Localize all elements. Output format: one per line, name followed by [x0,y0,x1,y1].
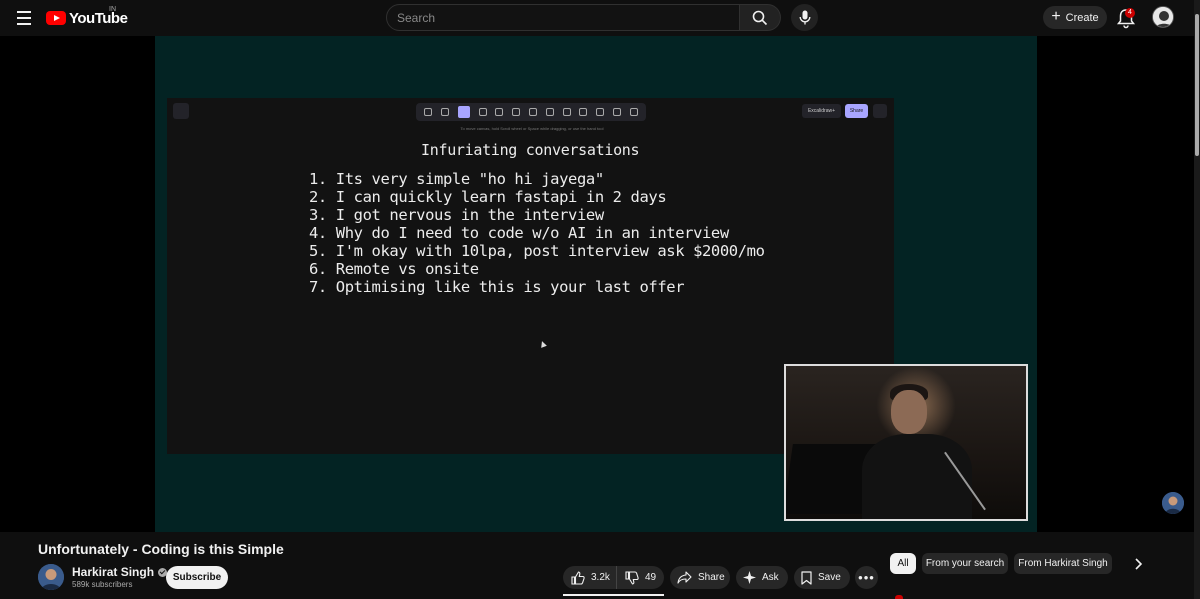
like-dislike-group: 3.2k 49 [563,566,664,589]
live-indicator [895,595,903,599]
save-button[interactable]: Save [794,566,850,589]
chip-from-channel[interactable]: From Harkirat Singh [1014,553,1112,574]
subscribe-button[interactable]: Subscribe [166,566,228,589]
drawing-toolbar [416,103,646,121]
create-button[interactable]: + Create [1043,6,1107,29]
youtube-play-icon [46,11,66,25]
channel-avatar[interactable] [38,564,64,590]
chip-from-your-search[interactable]: From your search [922,553,1008,574]
share-arrow-icon [677,571,692,584]
create-label: Create [1065,11,1099,24]
scrollbar-thumb[interactable] [1195,14,1199,156]
user-silhouette-icon [1153,7,1173,27]
like-count: 3.2k [591,572,610,583]
save-label: Save [818,572,841,583]
search-bar [386,4,781,31]
list-item: 4. Why do I need to code w/o AI in an in… [309,224,729,242]
image-tool-icon [596,108,605,116]
arrow-tool-icon [528,108,537,116]
thumbs-up-icon [571,570,585,585]
ask-label: Ask [762,572,779,583]
search-icon [752,10,768,25]
pencil-tool-icon [562,108,571,116]
whiteboard-title: Infuriating conversations [421,141,640,159]
dislike-button[interactable]: 49 [617,566,656,589]
eraser-tool-icon [612,108,621,116]
library-icon [873,104,887,118]
list-item: 5. I'm okay with 10lpa, post interview a… [309,242,765,260]
diamond-tool-icon [495,108,504,116]
share-button[interactable]: Share [670,566,730,589]
dislike-count: 49 [645,572,657,583]
ask-button[interactable]: Ask [736,566,788,589]
canvas-menu-icon [173,103,189,119]
search-input[interactable] [386,4,740,31]
excalidraw-plus-label: Excalidraw+ [802,104,841,118]
microphone-icon [799,10,810,25]
like-underline [563,594,664,596]
text-tool-icon [579,108,588,116]
list-item: 1. Its very simple "ho hi jayega" [309,170,604,188]
hand-tool-icon [441,108,450,116]
whiteboard-list: 1. Its very simple "ho hi jayega" 2. I c… [309,170,765,296]
hamburger-menu-icon[interactable] [12,6,36,30]
more-dots-icon: ••• [858,570,875,585]
voice-search-button[interactable] [791,4,818,31]
chip-all[interactable]: All [890,553,916,574]
more-actions-button[interactable]: ••• [855,566,878,589]
ellipse-tool-icon [512,108,521,116]
more-tools-icon [629,108,638,116]
list-item: 7. Optimising like this is your last off… [309,278,685,296]
line-tool-icon [545,108,554,116]
channel-name-text: Harkirat Singh [72,565,155,579]
notification-badge: 4 [1125,8,1135,18]
channel-watermark-avatar[interactable] [1162,492,1184,514]
thumbs-down-icon [625,570,639,585]
search-button[interactable] [740,4,781,31]
channel-name[interactable]: Harkirat Singh [72,565,168,579]
selection-tool-icon [457,106,470,118]
like-button[interactable]: 3.2k [563,566,617,589]
lock-tool-icon [424,108,433,116]
avatar-icon [38,564,64,590]
video-title: Unfortunately - Coding is this Simple [38,541,284,557]
webcam-overlay [784,364,1028,521]
sparkle-icon [743,571,756,584]
top-bar: YouTube IN + Create 4 [0,0,1200,36]
account-avatar[interactable] [1152,6,1174,28]
list-item: 3. I got nervous in the interview [309,206,604,224]
canvas-share-label: Share [845,104,868,118]
chevron-right-icon[interactable] [1131,557,1145,571]
plus-icon: + [1051,7,1061,25]
rectangle-tool-icon [478,108,487,116]
canvas-hint: To move canvas, hold Scroll wheel or Spa… [460,126,604,131]
list-item: 6. Remote vs onsite [309,260,479,278]
region-code: IN [109,6,116,13]
list-item: 2. I can quickly learn fastapi in 2 days [309,188,667,206]
avatar-icon [1162,492,1184,514]
bookmark-icon [801,570,812,585]
logo-text: YouTube [69,9,128,27]
share-label: Share [698,572,725,583]
subscriber-count: 589k subscribers [72,580,133,589]
